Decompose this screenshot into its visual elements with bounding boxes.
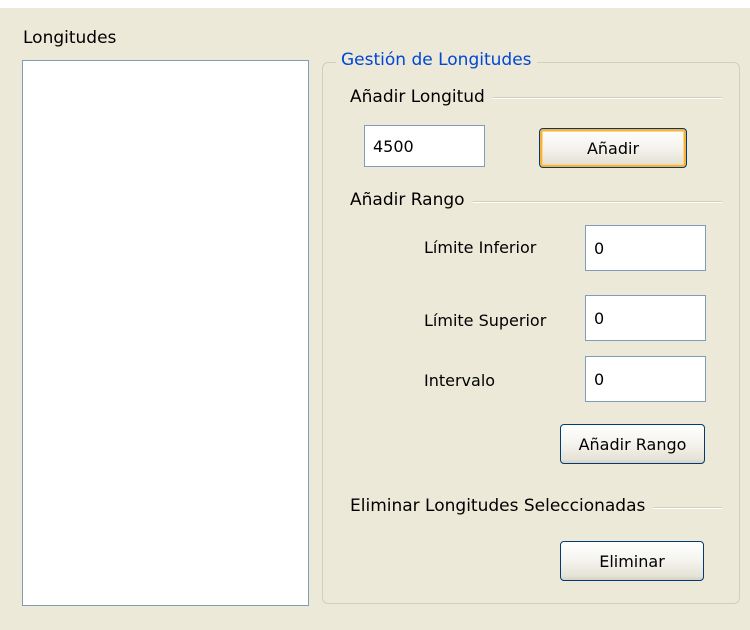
add-range-section-title: Añadir Rango (350, 190, 473, 210)
remove-section-title: Eliminar Longitudes Seleccionadas (350, 496, 654, 516)
add-length-button[interactable]: Añadir (539, 128, 687, 168)
length-management-title: Gestión de Longitudes (336, 50, 537, 70)
lengths-listbox[interactable] (22, 60, 309, 606)
window-top-strip (0, 0, 750, 8)
upper-limit-input[interactable] (585, 295, 706, 341)
length-input[interactable] (364, 125, 485, 167)
upper-limit-label: Límite Superior (424, 311, 547, 330)
interval-input[interactable] (585, 356, 706, 402)
interval-label: Intervalo (424, 371, 496, 390)
lower-limit-label: Límite Inferior (424, 238, 537, 257)
add-length-section-title: Añadir Longitud (350, 87, 493, 107)
remove-button[interactable]: Eliminar (560, 541, 704, 581)
lengths-list-label: Longitudes (23, 28, 117, 48)
add-range-button[interactable]: Añadir Rango (560, 424, 705, 464)
lower-limit-input[interactable] (585, 225, 706, 271)
